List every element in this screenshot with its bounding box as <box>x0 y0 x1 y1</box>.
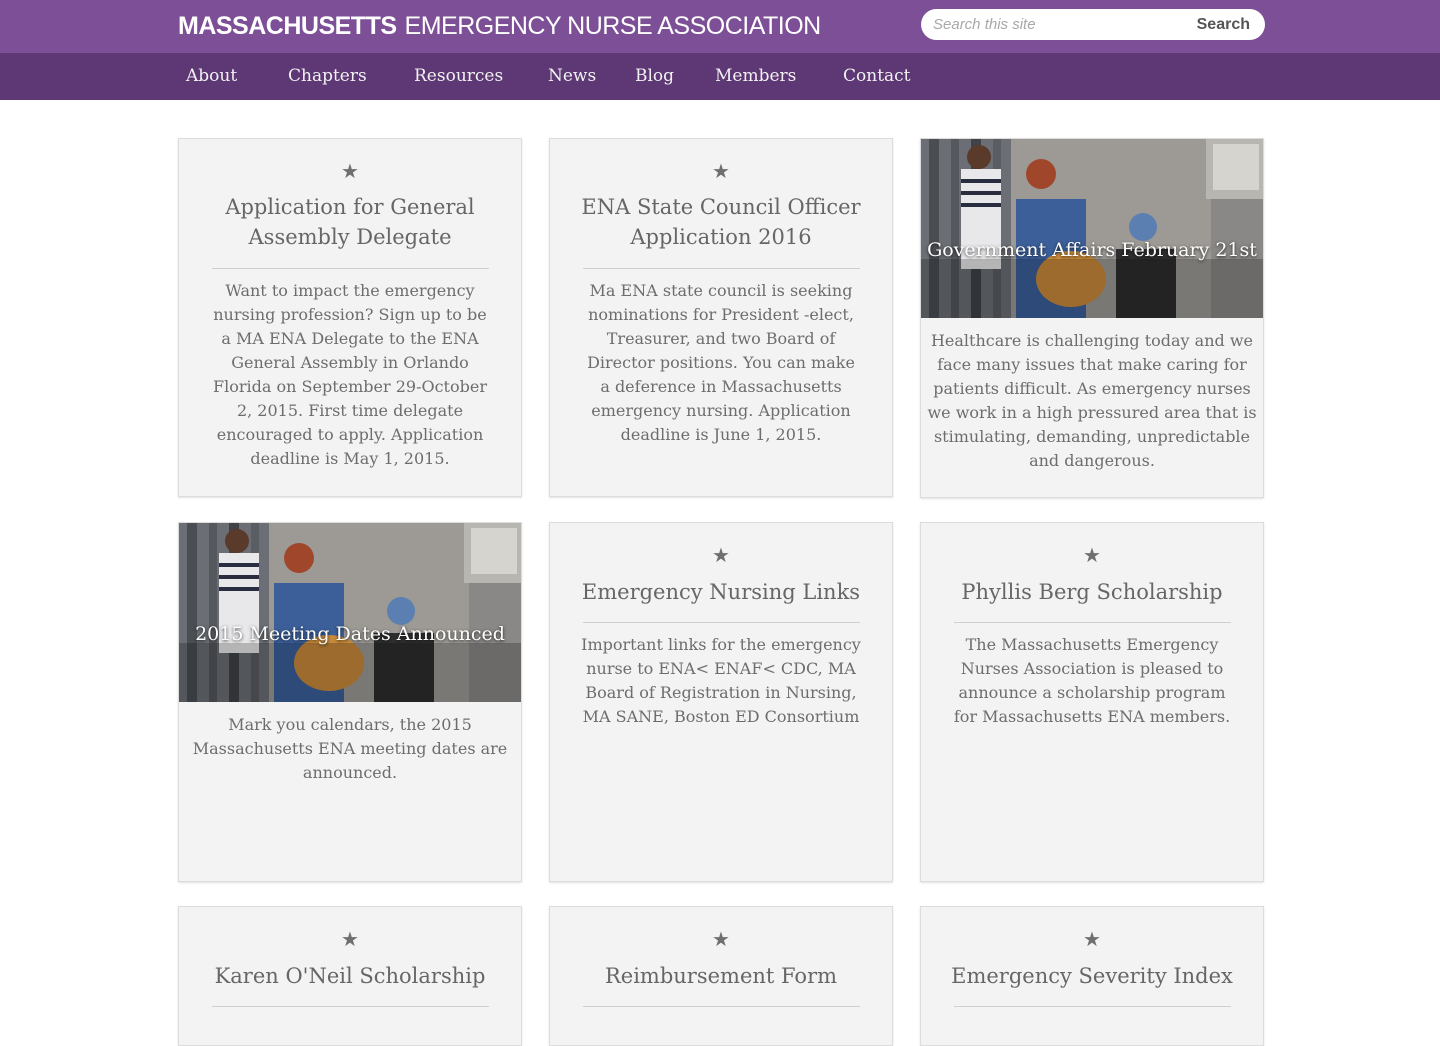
card-title[interactable]: Application for General Assembly Delegat… <box>199 192 501 252</box>
card-photo[interactable]: Government Affairs February 21st <box>921 139 1263 318</box>
card-description: Healthcare is challenging today and we f… <box>927 331 1257 470</box>
star-icon: ★ <box>712 927 730 951</box>
news-card[interactable]: ★ Karen O'Neil Scholarship <box>178 906 522 1046</box>
nav-item-blog[interactable]: Blog <box>635 53 674 100</box>
star-icon: ★ <box>1083 927 1101 951</box>
card-title[interactable]: Reimbursement Form <box>570 961 872 991</box>
search-button[interactable]: Search <box>1197 9 1250 40</box>
star-icon: ★ <box>712 159 730 183</box>
card-title[interactable]: Emergency Severity Index <box>941 961 1243 991</box>
card-divider <box>583 622 860 623</box>
card-divider <box>954 1006 1231 1007</box>
site-header: MASSACHUSETTS EMERGENCY NURSE ASSOCIATION… <box>0 0 1440 53</box>
card-title[interactable]: Phyllis Berg Scholarship <box>941 577 1243 607</box>
card-title[interactable]: 2015 Meeting Dates Announced <box>179 621 521 648</box>
street-photo-image <box>921 139 1263 318</box>
news-card[interactable]: Government Affairs February 21st Healthc… <box>920 138 1264 498</box>
news-card[interactable]: 2015 Meeting Dates Announced Mark you ca… <box>178 522 522 882</box>
street-photo-image <box>179 523 521 702</box>
card-divider <box>583 1006 860 1007</box>
card-description: Want to impact the emergency nursing pro… <box>213 281 487 468</box>
card-description: Mark you calendars, the 2015 Massachuset… <box>192 715 508 782</box>
star-icon: ★ <box>341 927 359 951</box>
star-icon: ★ <box>712 543 730 567</box>
nav-item-contact[interactable]: Contact <box>843 53 911 100</box>
nav-item-about[interactable]: About <box>186 53 237 100</box>
news-card[interactable]: ★ ENA State Council Officer Application … <box>549 138 893 497</box>
star-icon: ★ <box>341 159 359 183</box>
card-title[interactable]: Government Affairs February 21st <box>921 237 1263 264</box>
nav-item-chapters[interactable]: Chapters <box>288 53 367 100</box>
search-box: Search <box>921 9 1265 40</box>
nav-item-members[interactable]: Members <box>715 53 796 100</box>
card-description: Ma ENA state council is seeking nominati… <box>587 281 855 444</box>
star-icon: ★ <box>1083 543 1101 567</box>
news-card[interactable]: ★ Reimbursement Form <box>549 906 893 1046</box>
card-divider <box>212 1006 489 1007</box>
card-divider <box>212 268 489 269</box>
site-logo[interactable]: MASSACHUSETTS EMERGENCY NURSE ASSOCIATION <box>178 10 821 42</box>
news-card[interactable]: ★ Application for General Assembly Deleg… <box>178 138 522 497</box>
card-title[interactable]: Karen O'Neil Scholarship <box>199 961 501 991</box>
card-divider <box>583 268 860 269</box>
nav-item-news[interactable]: News <box>548 53 596 100</box>
card-title[interactable]: ENA State Council Officer Application 20… <box>570 192 872 252</box>
card-description: The Massachusetts Emergency Nurses Assoc… <box>953 635 1231 726</box>
news-card[interactable]: ★ Phyllis Berg Scholarship The Massachus… <box>920 522 1264 882</box>
site-name-rest: EMERGENCY NURSE ASSOCIATION <box>404 12 822 40</box>
news-card[interactable]: ★ Emergency Severity Index <box>920 906 1264 1046</box>
search-input[interactable] <box>933 9 1183 40</box>
card-divider <box>954 622 1231 623</box>
news-card[interactable]: ★ Emergency Nursing Links Important link… <box>549 522 893 882</box>
main-navigation: About Chapters Resources News Blog Membe… <box>0 53 1440 100</box>
card-description: Important links for the emergency nurse … <box>581 635 861 726</box>
card-title[interactable]: Emergency Nursing Links <box>570 577 872 607</box>
site-name-bold: MASSACHUSETTS <box>178 12 397 40</box>
nav-item-resources[interactable]: Resources <box>414 53 503 100</box>
card-photo[interactable]: 2015 Meeting Dates Announced <box>179 523 521 702</box>
